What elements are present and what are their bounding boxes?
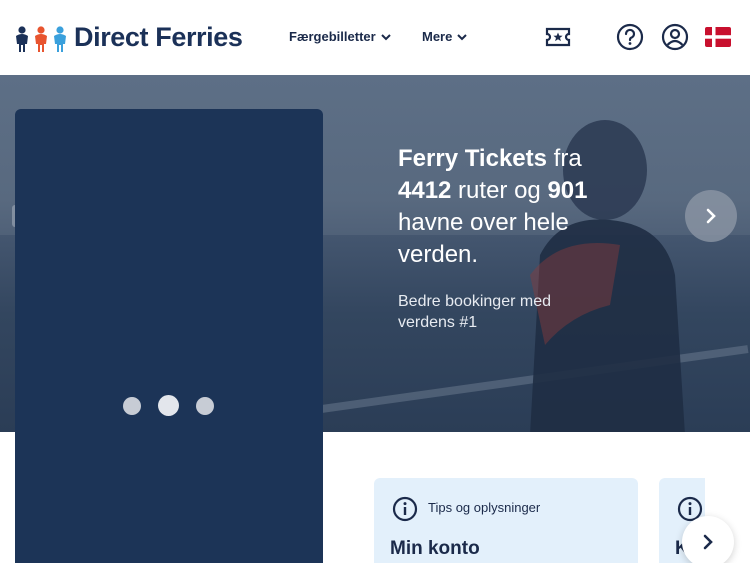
- hero-next-button[interactable]: [685, 190, 737, 242]
- booking-widget: [15, 109, 323, 563]
- chevron-down-icon: [380, 33, 391, 40]
- loading-indicator: [123, 395, 214, 416]
- loading-dot: [158, 395, 179, 416]
- chevron-right-icon: [703, 534, 713, 550]
- info-card-tag: Tips og oplysninger: [428, 500, 541, 515]
- chevron-right-icon: [706, 208, 716, 224]
- info-card-title: Min konto: [390, 538, 480, 559]
- account-icon[interactable]: [660, 22, 690, 52]
- direct-ferries-logo[interactable]: Direct Ferries: [14, 22, 243, 53]
- hero-headline-text-2: ruter og: [451, 177, 548, 204]
- help-icon[interactable]: [615, 22, 645, 52]
- site-header: Direct Ferries Færgebilletter Mere: [0, 0, 750, 75]
- hero-headline-text-3: havne over hele verden.: [398, 209, 569, 268]
- nav-more-label: Mere: [422, 29, 453, 44]
- hero-headline: Ferry Tickets fra 4412 ruter og 901 havn…: [398, 143, 638, 271]
- hero-headline-strong-1: Ferry Tickets: [398, 145, 547, 172]
- nav-ferry-tickets-label: Færgebilletter: [289, 29, 376, 44]
- loading-dot: [123, 396, 141, 415]
- hero-headline-strong-2: 4412: [398, 177, 452, 204]
- loading-dot: [196, 396, 214, 415]
- chevron-down-icon: [457, 33, 468, 40]
- flag-denmark-icon[interactable]: [703, 22, 733, 52]
- info-icon: [392, 496, 418, 522]
- hero-headline-strong-3: 901: [547, 177, 588, 204]
- hero-subtitle: Bedre bookinger med verdens #1: [398, 293, 551, 331]
- ticket-icon[interactable]: [543, 22, 573, 52]
- logo-text: Direct Ferries: [74, 22, 243, 52]
- nav-more[interactable]: Mere: [422, 29, 468, 44]
- logo-people-icon: [14, 24, 70, 52]
- hero-headline-text-1: fra: [546, 145, 582, 172]
- nav-ferry-tickets[interactable]: Færgebilletter: [289, 29, 392, 44]
- info-card-my-account[interactable]: Tips og oplysninger Min konto: [374, 478, 638, 563]
- cards-next-button[interactable]: [682, 516, 734, 563]
